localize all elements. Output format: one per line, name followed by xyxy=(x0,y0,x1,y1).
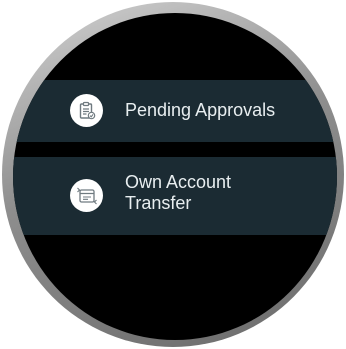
menu-item-label: Pending Approvals xyxy=(125,100,276,120)
menu-item-label-line2: Transfer xyxy=(125,193,192,213)
menu-item-own-account-transfer[interactable]: Own Account Transfer xyxy=(13,157,337,235)
watch-bezel: Pending Approvals Own Account Transfer xyxy=(2,2,344,347)
menu-item-label: Own Account Transfer xyxy=(125,172,315,214)
menu-item-label-line1: Own Account xyxy=(125,172,232,192)
menu-item-pending-approvals[interactable]: Pending Approvals xyxy=(13,80,337,142)
transfer-icon xyxy=(70,179,103,212)
clipboard-check-icon xyxy=(70,94,103,127)
watch-screen: Pending Approvals Own Account Transfer xyxy=(13,13,337,340)
